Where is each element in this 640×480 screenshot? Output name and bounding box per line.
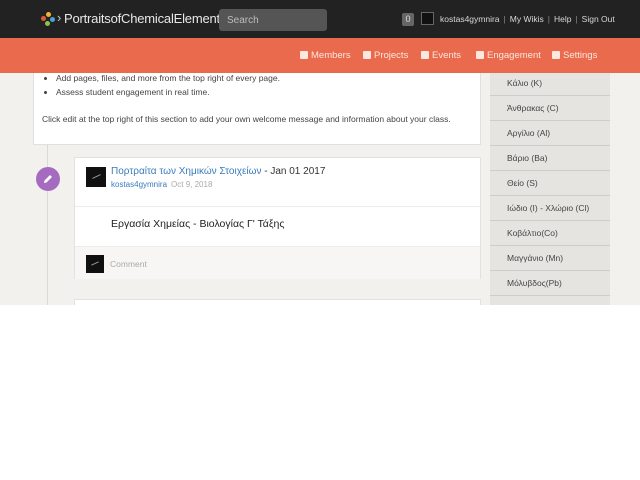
search-input[interactable] (219, 9, 327, 31)
sidebar: Κάλιο (K) Άνθρακας (C) Αργίλιο (Al) Βάρι… (490, 73, 610, 305)
projects-icon (363, 51, 371, 59)
post-title: Πορτραίτα των Χημικών Στοιχείων - Jan 01… (111, 166, 325, 177)
page-viewport: › PortraitsofChemicalElements 0 kostas4g… (0, 0, 640, 305)
avatar (86, 255, 104, 273)
sidebar-item[interactable]: Βάριο (Ba) (490, 146, 610, 171)
chart-icon (476, 51, 484, 59)
nav-label: Settings (563, 50, 598, 61)
top-bar: › PortraitsofChemicalElements 0 kostas4g… (0, 0, 640, 38)
comment-bar: Comment (75, 246, 480, 279)
sidebar-item[interactable]: Άνθρακας (C) (490, 96, 610, 121)
my-wikis-link[interactable]: My Wikis (510, 14, 544, 24)
members-icon (300, 51, 308, 59)
post-date: Oct 9, 2018 (171, 180, 213, 189)
nav-events[interactable]: Events (421, 50, 461, 61)
welcome-list: Add pages, files, and more from the top … (44, 71, 280, 99)
nav-label: Engagement (487, 50, 541, 61)
separator: | (547, 14, 550, 24)
nav-settings[interactable]: Settings (552, 50, 597, 61)
divider (75, 206, 480, 207)
gear-icon (552, 51, 560, 59)
sidebar-item[interactable]: Μόλυβδος(Pb) (490, 271, 610, 296)
username-link[interactable]: kostas4gymnira (440, 14, 500, 24)
page-link[interactable]: Πορτραίτα των Χημικών Στοιχείων (111, 166, 261, 177)
nav-label: Projects (374, 50, 409, 61)
nav-members[interactable]: Members (300, 50, 351, 61)
comment-input[interactable]: Comment (110, 259, 147, 269)
nav-engagement[interactable]: Engagement (476, 50, 541, 61)
sidebar-item[interactable]: Θείο (S) (490, 171, 610, 196)
separator: | (575, 14, 578, 24)
calendar-icon (421, 51, 429, 59)
sidebar-item[interactable]: Ιώδιο (I) - Χλώριο (Cl) (490, 196, 610, 221)
sidebar-item[interactable]: Κάλιο (K) (490, 71, 610, 96)
post-title-date: - Jan 01 2017 (261, 166, 326, 177)
list-item: Assess student engagement in real time. (56, 85, 280, 99)
main-nav: Members Projects Events Engagement Setti… (0, 38, 640, 73)
help-link[interactable]: Help (554, 14, 571, 24)
nav-label: Members (311, 50, 351, 61)
welcome-section: Add pages, files, and more from the top … (33, 73, 481, 145)
user-links: kostas4gymnira | My Wikis | Help | Sign Out (440, 14, 615, 24)
logo-icon[interactable] (41, 12, 55, 26)
post-meta: kostas4gymnira Oct 9, 2018 (111, 180, 212, 189)
sidebar-item[interactable]: Μαγγάνιο (Mn) (490, 246, 610, 271)
welcome-note: Click edit at the top right of this sect… (42, 114, 451, 124)
activity-post: Πορτραίτα των Χημικών Στοιχείων - Jan 01… (74, 157, 481, 279)
sidebar-item[interactable]: Αργίλιο (Al) (490, 121, 610, 146)
wiki-title[interactable]: PortraitsofChemicalElements (64, 11, 226, 26)
author-link[interactable]: kostas4gymnira (111, 180, 167, 189)
sidebar-item[interactable]: Κοβάλτιο(Co) (490, 221, 610, 246)
post-body: Εργασία Χημείας - Βιολογίας Γ' Τάξης (111, 218, 285, 230)
list-item: Add pages, files, and more from the top … (56, 71, 280, 85)
sign-out-link[interactable]: Sign Out (582, 14, 615, 24)
edit-button[interactable] (36, 167, 60, 191)
chevron-right-icon: › (57, 10, 62, 25)
avatar[interactable] (421, 12, 434, 25)
activity-post (74, 299, 481, 305)
separator: | (503, 14, 506, 24)
nav-projects[interactable]: Projects (363, 50, 408, 61)
nav-label: Events (432, 50, 462, 61)
pencil-icon (44, 175, 52, 183)
notification-badge[interactable]: 0 (402, 13, 414, 26)
avatar[interactable] (86, 167, 106, 187)
